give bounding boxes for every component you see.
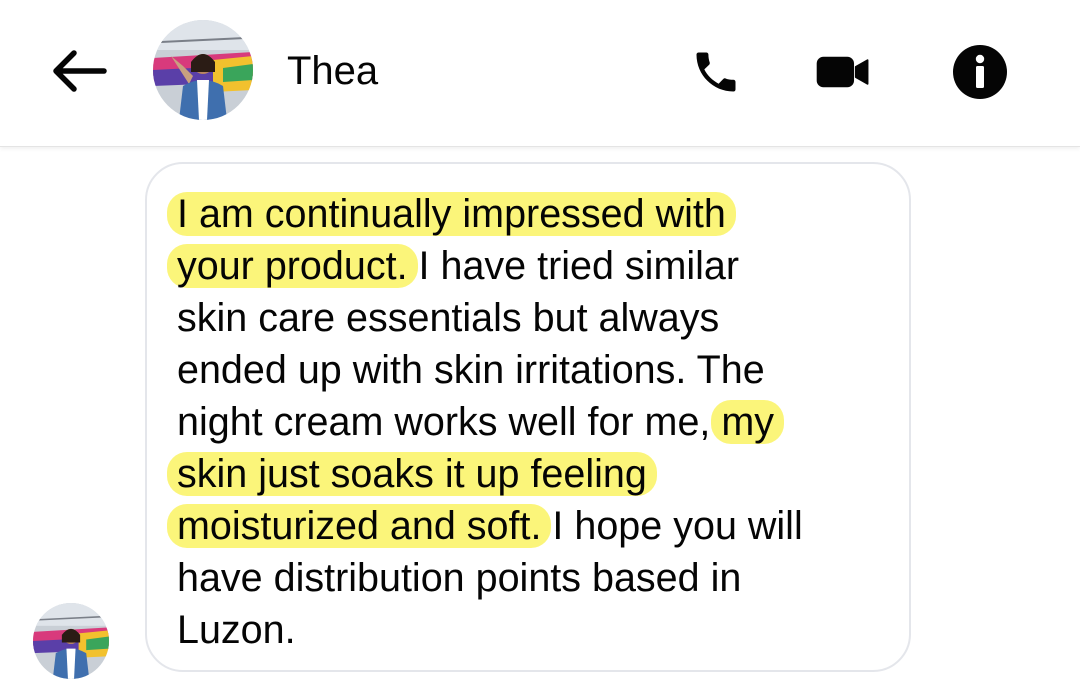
message-text-segment: ended up with skin irritations. The [177,348,765,392]
message-text-segment: night cream works well for me, [177,400,722,444]
conversation-info-button[interactable] [952,44,1008,100]
message-line: night cream works well for me, my [177,396,897,448]
info-icon [953,45,1007,99]
conversation-header: Thea [0,0,1080,147]
phone-icon [696,52,736,92]
message-text-segment: I hope you will [541,504,803,548]
highlighted-text: my [711,400,785,444]
message-line: I am continually impressed with [167,188,897,240]
contact-avatar[interactable] [153,20,253,120]
voice-call-button[interactable] [688,44,744,100]
message-line: have distribution points based in [177,552,897,604]
message-line: your product. I have tried similar [167,240,897,292]
message-text-segment: Luzon. [177,608,296,652]
highlighted-text: skin just soaks it up feeling [167,452,657,496]
highlighted-text: I am continually impressed with [167,192,736,236]
avatar-photo [33,603,109,679]
contact-name[interactable]: Thea [287,48,378,94]
back-arrow-icon [53,50,107,92]
video-camera-icon [816,56,869,88]
message-line: skin care essentials but always [177,292,897,344]
message-line: Luzon. [177,604,897,656]
message-text-segment: skin care essentials but always [177,296,720,340]
back-button[interactable] [46,46,108,96]
video-call-button[interactable] [815,44,871,100]
avatar-photo [153,20,253,120]
message-text: I am continually impressed with your prod… [167,188,897,656]
message-text-segment: have distribution points based in [177,556,742,600]
highlighted-text: moisturized and soft. [167,504,552,548]
highlighted-text: your product. [167,244,418,288]
message-line: moisturized and soft. I hope you will [167,500,897,552]
message-text-segment: I have tried similar [407,244,740,288]
message-line: skin just soaks it up feeling [167,448,897,500]
sender-avatar[interactable] [33,603,109,679]
message-line: ended up with skin irritations. The [177,344,897,396]
